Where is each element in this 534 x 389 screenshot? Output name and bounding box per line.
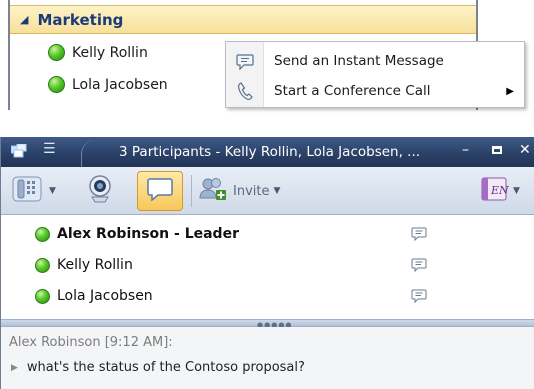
im-status-icon	[411, 257, 427, 277]
presence-available-icon	[35, 288, 50, 304]
onenote-button[interactable]: EN ▼	[479, 175, 520, 207]
presence-available-icon	[35, 226, 50, 242]
video-button[interactable]	[83, 173, 117, 209]
window-title: 3 Participants - Kelly Rollin, Lola Jaco…	[119, 144, 421, 160]
instant-message-icon	[226, 53, 264, 70]
title-bar[interactable]: ☰ 3 Participants - Kelly Rollin, Lola Ja…	[1, 137, 534, 167]
message-history: Alex Robinson [9:12 AM]: ▶ what's the st…	[1, 327, 534, 389]
minimize-icon[interactable]: –	[462, 142, 469, 158]
presence-available-icon	[48, 44, 65, 61]
phone-handset-icon	[226, 82, 264, 100]
message-sender-line: Alex Robinson [9:12 AM]:	[9, 335, 173, 350]
phone-icon	[11, 174, 45, 208]
call-button[interactable]: ▼	[11, 173, 56, 209]
participant-list: Alex Robinson - Leader Kelly Rollin Lola…	[1, 216, 534, 319]
message-text: what's the status of the Contoso proposa…	[26, 360, 305, 375]
group-header-marketing[interactable]: ◢ Marketing	[10, 5, 476, 34]
dropdown-arrow-icon[interactable]: ▼	[273, 186, 280, 196]
im-status-icon	[411, 288, 427, 308]
toolbar-separator	[191, 175, 192, 207]
menu-item-send-instant-message[interactable]: Send an Instant Message	[226, 46, 524, 76]
pane-splitter[interactable]: ●●●●●	[1, 319, 534, 329]
menu-item-label: Start a Conference Call	[274, 83, 431, 99]
onenote-icon: EN	[479, 175, 509, 207]
menu-item-label: Send an Instant Message	[274, 53, 444, 69]
conversation-toolbar: ▼ Invite ▼ EN ▼	[1, 167, 534, 215]
menu-item-start-conference-call[interactable]: Start a Conference Call ▶	[226, 76, 524, 106]
webcam-icon	[83, 173, 117, 209]
presence-available-icon	[35, 257, 50, 273]
submenu-arrow-icon: ▶	[506, 85, 514, 97]
participant-item-kelly-rollin[interactable]: Kelly Rollin	[35, 250, 534, 280]
contact-item-lola-jacobsen[interactable]: Lola Jacobsen	[48, 76, 168, 93]
dropdown-arrow-icon[interactable]: ▼	[49, 186, 56, 196]
group-label: Marketing	[37, 10, 124, 29]
contact-name: Lola Jacobsen	[72, 76, 168, 93]
maximize-icon[interactable]	[492, 146, 502, 154]
contact-name: Kelly Rollin	[72, 44, 148, 61]
message-bullet-icon: ▶	[11, 362, 18, 373]
expand-triangle-icon[interactable]: ◢	[20, 13, 28, 26]
participant-name: Alex Robinson - Leader	[57, 226, 239, 242]
participant-name: Kelly Rollin	[57, 257, 133, 273]
contact-item-kelly-rollin[interactable]: Kelly Rollin	[48, 44, 148, 61]
conversation-window: ☰ 3 Participants - Kelly Rollin, Lola Ja…	[0, 137, 534, 389]
communicator-app-icon[interactable]	[10, 143, 27, 158]
invite-button[interactable]: Invite ▼	[199, 175, 280, 207]
window-menu-icon[interactable]: ☰	[43, 141, 56, 157]
context-menu: Send an Instant Message Start a Conferen…	[225, 41, 525, 108]
participant-item-alex-robinson[interactable]: Alex Robinson - Leader	[35, 219, 534, 249]
presence-available-icon	[48, 76, 65, 93]
im-status-icon	[411, 226, 427, 246]
svg-text:EN: EN	[490, 184, 509, 197]
participant-name: Lola Jacobsen	[57, 288, 153, 304]
instant-message-button[interactable]	[137, 171, 183, 211]
dropdown-arrow-icon[interactable]: ▼	[513, 186, 520, 196]
message-item: ▶ what's the status of the Contoso propo…	[9, 360, 305, 375]
add-people-icon	[199, 176, 227, 206]
chat-bubble-icon	[147, 177, 173, 205]
participant-item-lola-jacobsen[interactable]: Lola Jacobsen	[35, 281, 534, 311]
invite-label: Invite	[233, 183, 270, 199]
close-icon[interactable]: ✕	[519, 142, 531, 158]
